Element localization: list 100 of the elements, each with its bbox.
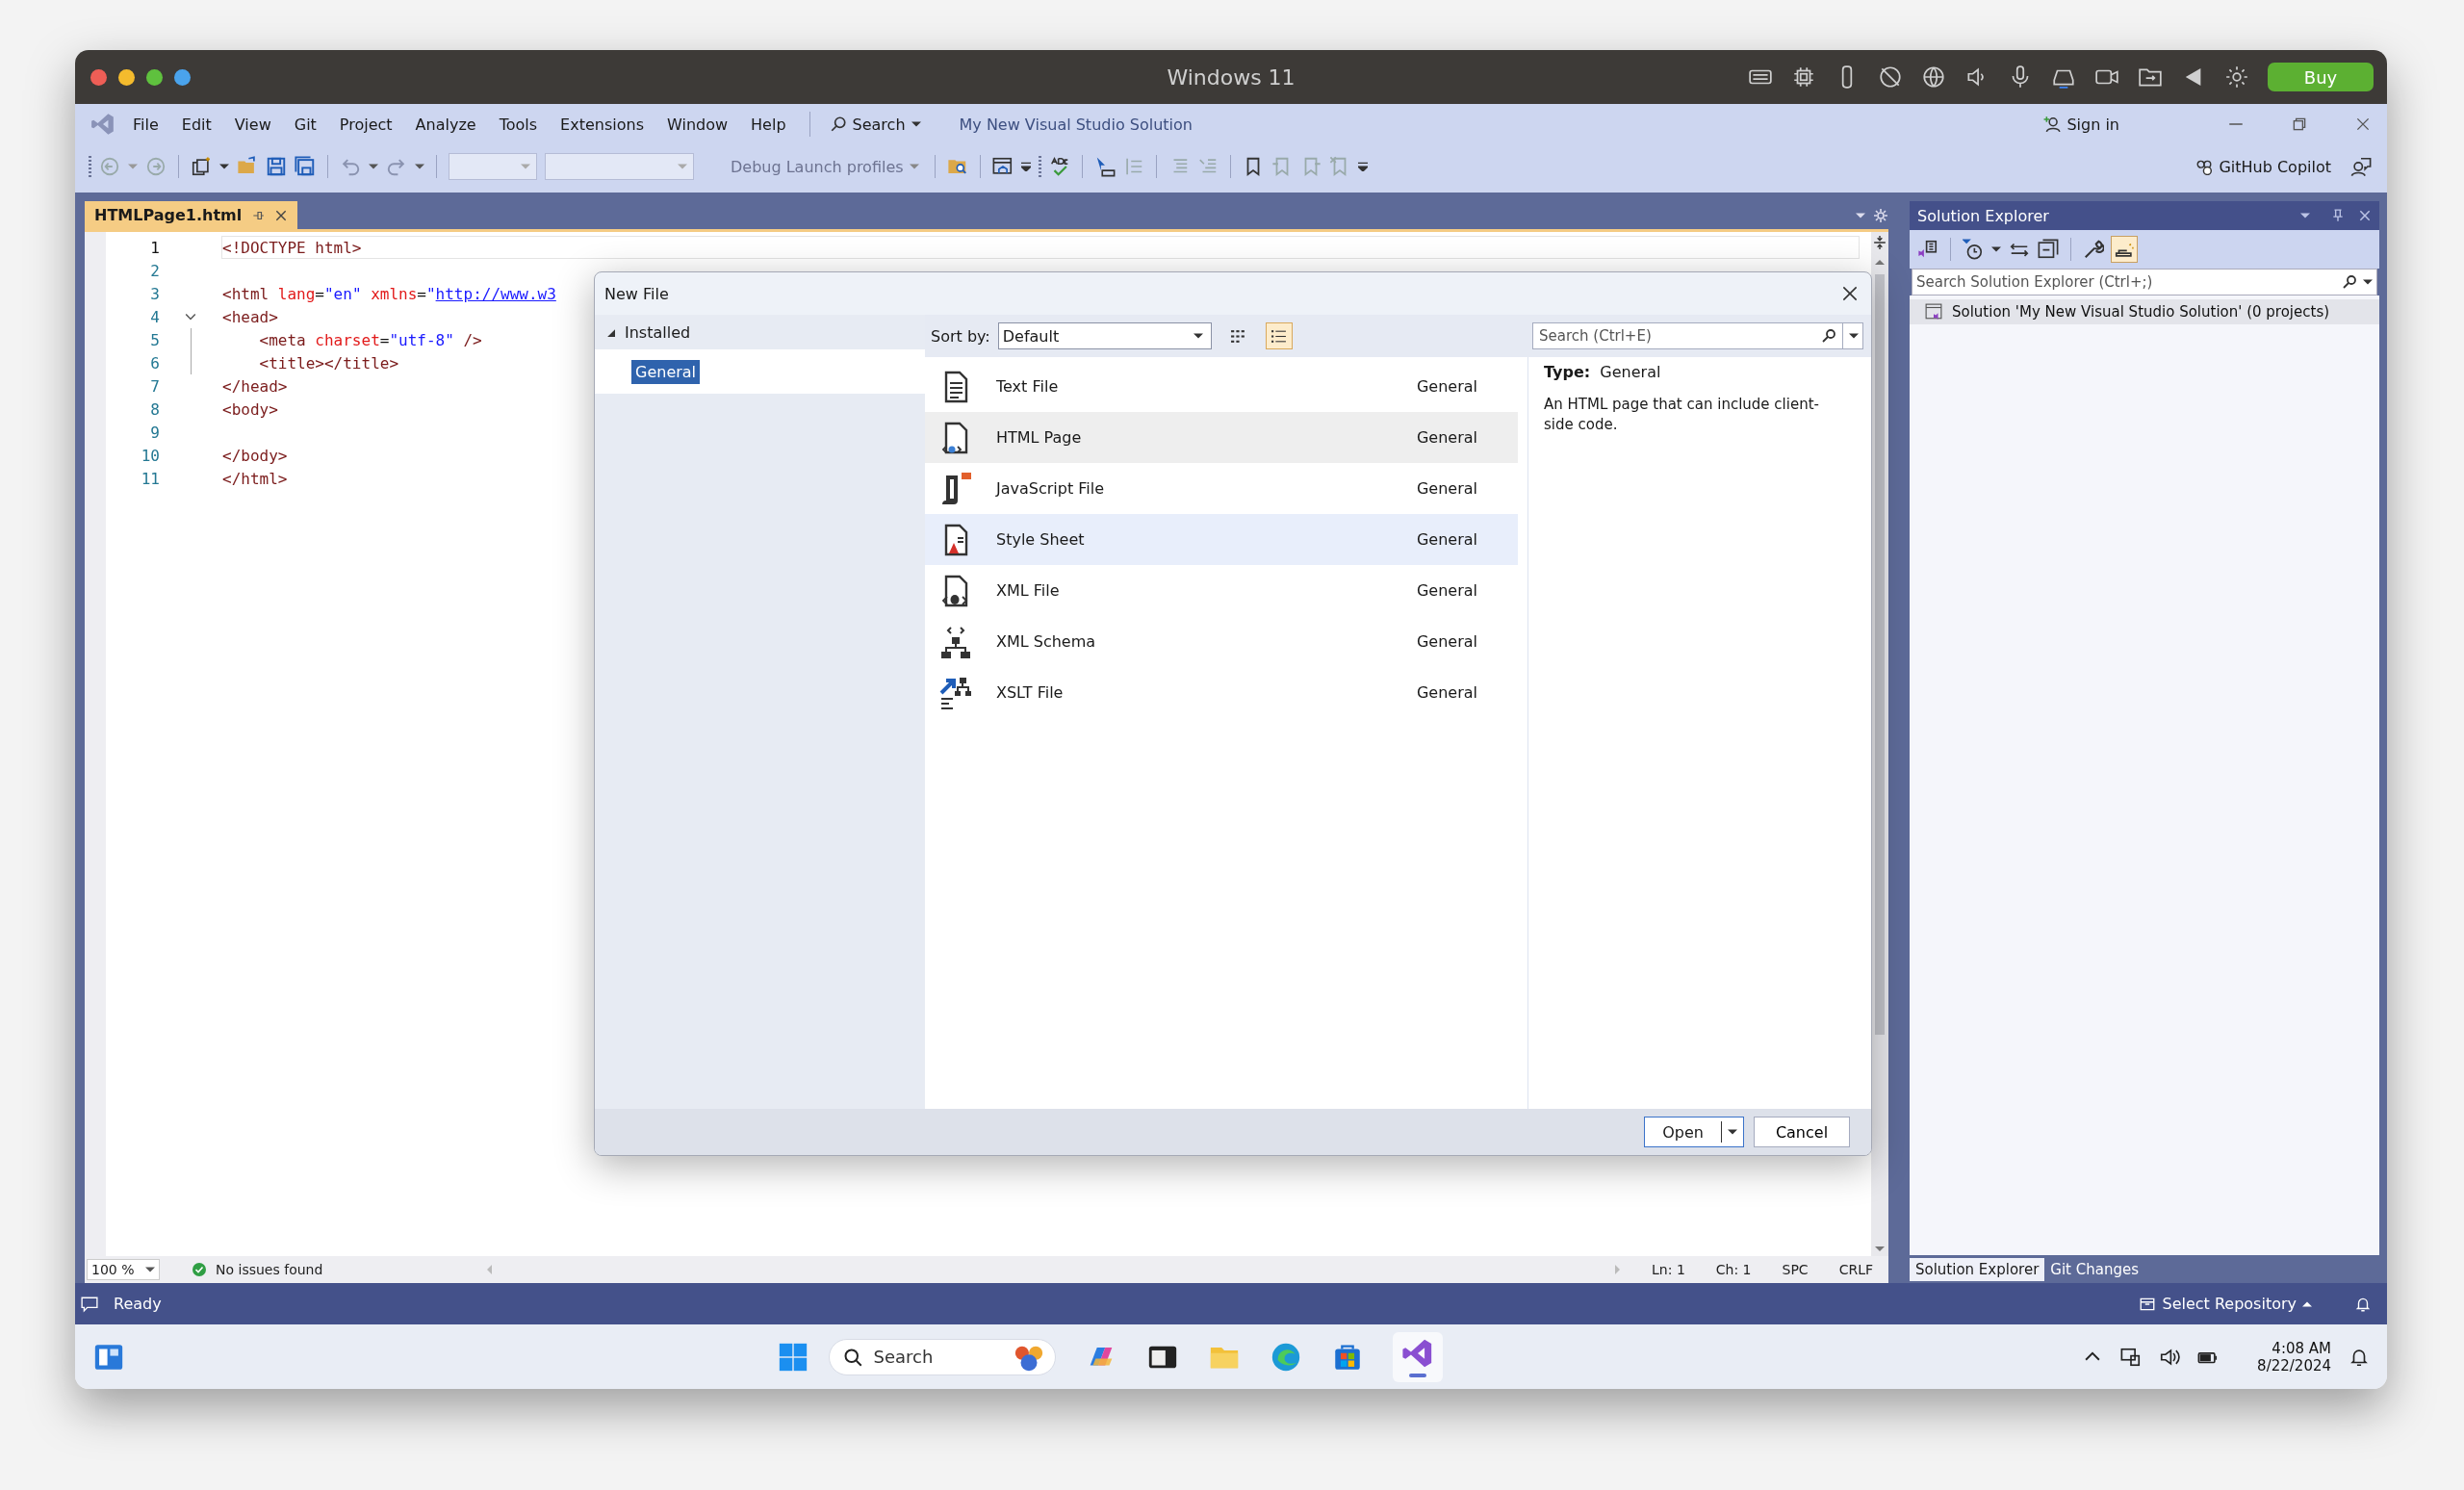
spell-check-icon[interactable] (1048, 156, 1070, 177)
scrollbar-thumb[interactable] (1875, 274, 1885, 1035)
globe-icon[interactable] (1921, 64, 1946, 90)
list-view-button[interactable] (1265, 322, 1293, 349)
cursor-position[interactable]: Ln: 1 (1652, 1262, 1685, 1277)
caret-icon[interactable] (1728, 1127, 1737, 1137)
scroll-up-icon[interactable] (1875, 259, 1885, 265)
caret-icon[interactable] (1020, 162, 1031, 171)
clock-date[interactable]: 8/22/2024 (2257, 1356, 2331, 1374)
cursor-position[interactable]: Ch: 1 (1715, 1262, 1752, 1277)
code-line: <!DOCTYPE html> (222, 238, 362, 257)
save-all-icon[interactable] (295, 156, 316, 177)
solution-switch-icon[interactable] (1917, 239, 1938, 260)
issues-status[interactable]: No issues found (216, 1262, 323, 1277)
feedback-icon[interactable] (2350, 156, 2372, 177)
copilot-button[interactable]: GitHub Copilot (2192, 155, 2335, 178)
template-name: Style Sheet (996, 530, 1085, 549)
menu-item[interactable]: Extensions (560, 115, 644, 134)
chip-icon[interactable] (1791, 64, 1816, 90)
caret-icon (909, 162, 919, 171)
caret-icon[interactable] (1849, 331, 1859, 341)
panel-tab[interactable]: Git Changes (2044, 1258, 2144, 1281)
caret-icon[interactable] (1991, 244, 2001, 254)
caret-icon[interactable] (2363, 277, 2373, 287)
logo-icon (90, 112, 116, 137)
search-input[interactable]: Search Solution Explorer (Ctrl+;) (1916, 273, 2336, 291)
menu-item[interactable]: Tools (499, 115, 538, 134)
menu-item[interactable]: Help (751, 115, 786, 134)
template-row[interactable]: JavaScript File General (925, 463, 1518, 514)
panel-tab[interactable]: Solution Explorer (1910, 1258, 2045, 1281)
sort-dropdown[interactable]: Default (997, 322, 1212, 349)
search-icon[interactable] (1821, 328, 1836, 344)
app-button[interactable] (1392, 1331, 1443, 1382)
history-icon[interactable] (1963, 239, 1984, 260)
tree-item[interactable]: General (631, 359, 701, 384)
scroll-down-icon[interactable] (1875, 1246, 1885, 1252)
restore-icon[interactable] (2291, 116, 2308, 133)
search-input[interactable]: Search (Ctrl+E) (1539, 327, 1815, 345)
search-field[interactable]: Search (828, 1338, 1056, 1375)
cursor-position[interactable]: SPC (1782, 1262, 1809, 1277)
close-icon[interactable] (1842, 286, 1858, 301)
template-row[interactable]: XSLT File General (925, 667, 1518, 718)
no-network-icon[interactable] (1878, 64, 1903, 90)
menu-item[interactable]: Git (294, 115, 317, 134)
close-icon[interactable] (2354, 116, 2372, 133)
caret-icon (911, 119, 921, 129)
open-button[interactable]: Open (1644, 1117, 1744, 1147)
network-icon[interactable] (2120, 1346, 2143, 1368)
wrench-icon[interactable] (2083, 239, 2104, 260)
dropdown-icon[interactable] (2300, 211, 2310, 220)
search-icon[interactable] (2342, 274, 2357, 290)
caret-icon[interactable] (219, 162, 229, 171)
zoom-button[interactable] (146, 68, 163, 86)
collapse-all-icon[interactable] (2038, 239, 2059, 260)
cancel-button[interactable]: Cancel (1754, 1117, 1850, 1147)
search-input[interactable]: Search (873, 1347, 1001, 1367)
sort-label: Sort by: (931, 326, 990, 346)
cursor-position[interactable]: CRLF (1838, 1262, 1873, 1277)
menu-item[interactable]: View (234, 115, 271, 134)
grid-icon (1230, 327, 1247, 345)
line-number: 1 (149, 238, 160, 257)
template-row[interactable]: HTML Page General (925, 412, 1518, 463)
new-item-icon[interactable] (191, 156, 212, 177)
collapse-icon[interactable] (185, 311, 196, 322)
menu-item[interactable]: Project (339, 115, 393, 134)
repository-button[interactable]: Select Repository (2135, 1293, 2316, 1315)
preview-toggle-icon[interactable] (2112, 237, 2137, 262)
menu-item[interactable]: Window (666, 115, 729, 134)
template-name: HTML Page (996, 428, 1082, 447)
save-icon[interactable] (266, 156, 287, 177)
settings-icon[interactable] (2224, 64, 2249, 90)
menu-item[interactable]: Analyze (415, 115, 476, 134)
comment-icon[interactable] (81, 1295, 98, 1313)
tree-item[interactable]: Installed (625, 322, 691, 342)
search-field[interactable]: Search Solution Explorer (Ctrl+;) (1912, 269, 2377, 295)
split-icon[interactable] (1873, 236, 1886, 249)
menu-item[interactable]: File (133, 115, 159, 134)
overflow-icon[interactable] (1357, 162, 1368, 171)
template-row[interactable]: XML File General (925, 565, 1518, 616)
template-row[interactable]: Text File General (925, 361, 1518, 412)
collapse-icon[interactable] (606, 327, 615, 337)
search-button[interactable]: Search (825, 113, 925, 136)
document-tab[interactable]: HTMLPage1.html (85, 201, 298, 229)
close-button[interactable] (90, 68, 107, 86)
search-field[interactable]: Search (Ctrl+E) (1532, 322, 1863, 349)
template-row[interactable]: Style Sheet General (925, 514, 1518, 565)
sign-in-button[interactable]: Sign in (2040, 113, 2123, 136)
window-icon[interactable] (991, 156, 1014, 177)
settings-icon[interactable] (1873, 207, 1888, 223)
template-row[interactable]: XML Schema General (925, 616, 1518, 667)
zoom-dropdown[interactable]: 100 % (87, 1259, 160, 1280)
pin-icon[interactable] (2331, 209, 2345, 222)
minimize-button[interactable] (118, 68, 135, 86)
search-icon[interactable] (842, 1347, 862, 1367)
window-button[interactable] (174, 68, 191, 86)
template-category: General (1416, 683, 1477, 702)
clock-time[interactable]: 4:08 AM (2272, 1339, 2331, 1357)
menu-item[interactable]: Edit (181, 115, 212, 134)
person-icon (2043, 116, 2062, 133)
close-icon[interactable] (274, 208, 289, 222)
